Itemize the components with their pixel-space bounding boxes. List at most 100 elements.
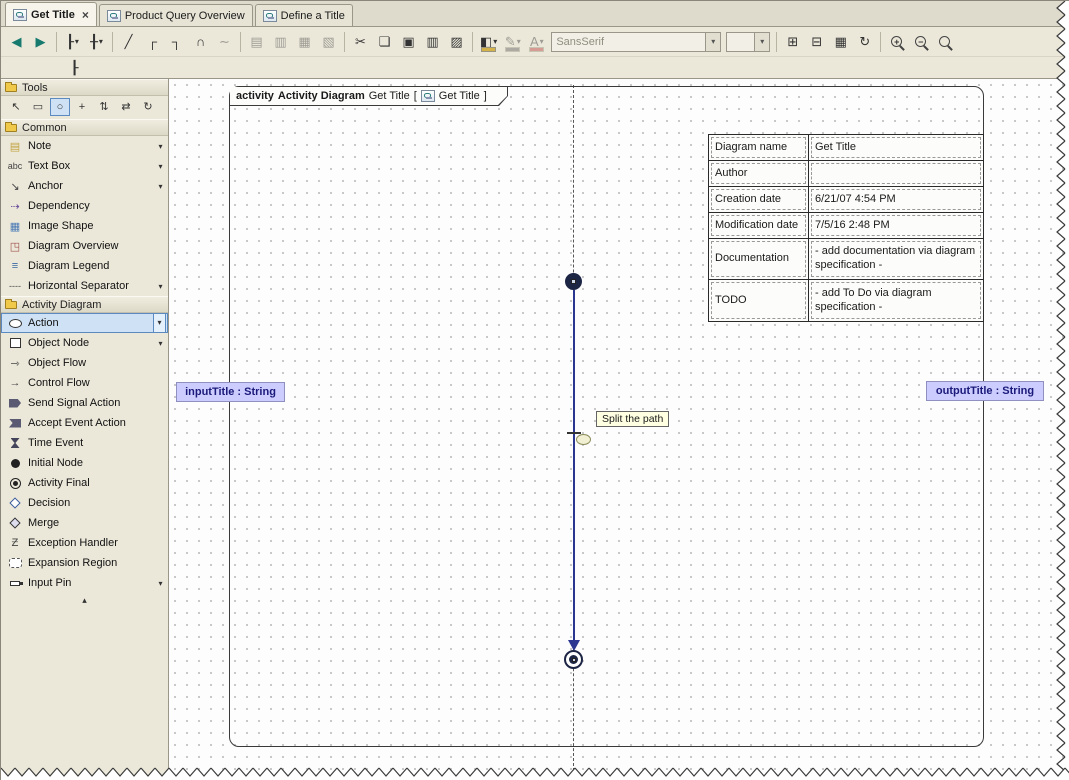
dropdown-caret-icon[interactable]: ▾ (153, 313, 166, 333)
marquee-tool[interactable]: ▭ (28, 98, 48, 116)
palette-item-horizontal-separator[interactable]: ---- Horizontal Separator ▾ (1, 276, 168, 296)
palette-item-icon: ⇢ (10, 200, 20, 213)
palette-item-label: Diagram Overview (28, 240, 119, 252)
info-table-row-creation-date: Creation date 6/21/07 4:54 PM (709, 187, 983, 213)
distribute-vertically-button[interactable]: ▥ (269, 30, 292, 54)
output-parameter-node[interactable]: outputTitle : String (926, 381, 1044, 401)
input-parameter-node[interactable]: inputTitle : String (176, 382, 285, 402)
palette-item-object-flow[interactable]: ⇾ Object Flow (1, 353, 168, 373)
palette-section-activity-diagram[interactable]: Activity Diagram (1, 296, 168, 313)
cut-button[interactable]: ✂ (349, 30, 372, 54)
palette-item-label: Object Node (28, 337, 90, 349)
refresh-button[interactable]: ↻ (853, 30, 876, 54)
route-paths-button[interactable]: ╂ ▾ (85, 30, 108, 54)
add-tool[interactable]: + (72, 98, 92, 116)
palette-item-input-pin[interactable]: Input Pin ▾ (1, 573, 168, 593)
zoom-in-button[interactable]: + (885, 30, 908, 54)
insert-row-button[interactable]: ⊟ (805, 30, 828, 54)
palette-item-control-flow[interactable]: → Control Flow (1, 373, 168, 393)
palette-item-accept-event-action[interactable]: Accept Event Action (1, 413, 168, 433)
tab-get-title[interactable]: Get Title × (5, 2, 97, 26)
dropdown-caret-icon[interactable]: ▾ (155, 339, 166, 348)
paste-button[interactable]: ▣ (397, 30, 420, 54)
palette-item-dependency[interactable]: ⇢ Dependency (1, 196, 168, 216)
palette-item-diagram-overview[interactable]: ◳ Diagram Overview (1, 236, 168, 256)
palette-item-send-signal-action[interactable]: Send Signal Action (1, 393, 168, 413)
diagram-properties-button[interactable]: ▦ (829, 30, 852, 54)
rectilinear-path-button[interactable]: ┌ (141, 30, 164, 54)
palette-item-image-shape[interactable]: ▦ Image Shape (1, 216, 168, 236)
dropdown-caret-icon[interactable]: ▾ (754, 32, 770, 51)
dropdown-caret-icon[interactable]: ▾ (155, 282, 166, 291)
palette-section-tools[interactable]: Tools (1, 79, 168, 96)
dropdown-caret-icon[interactable]: ▾ (540, 37, 544, 46)
select-in-containment-tree-button[interactable]: ┠ (63, 56, 86, 80)
dropdown-caret-icon[interactable]: ▾ (75, 37, 79, 46)
clone-button[interactable]: ▨ (445, 30, 468, 54)
palette-item-object-node[interactable]: Object Node ▾ (1, 333, 168, 353)
palette-item-icon: ↘ (10, 180, 20, 193)
initial-node[interactable] (565, 273, 582, 290)
select-tool[interactable]: ↖ (6, 98, 26, 116)
fit-in-window-button[interactable] (933, 30, 956, 54)
paste-with-style-button[interactable]: ▥ (421, 30, 444, 54)
control-flow[interactable] (573, 290, 575, 642)
zoom-out-button[interactable]: − (909, 30, 932, 54)
palette-item-expansion-region[interactable]: Expansion Region (1, 553, 168, 573)
sticky-tool[interactable]: ○ (50, 98, 70, 116)
copy-button[interactable]: ❏ (373, 30, 396, 54)
palette-item-time-event[interactable]: Time Event (1, 433, 168, 453)
fill-color-button[interactable]: ◧ ▾ (477, 30, 500, 54)
palette-item-text-box[interactable]: abc Text Box ▾ (1, 156, 168, 176)
tab-define-a-title[interactable]: Define a Title (254, 4, 353, 26)
diagram-canvas[interactable]: activity Activity Diagram Get Title [ Ge… (169, 79, 1069, 780)
dropdown-caret-icon[interactable]: ▾ (155, 579, 166, 588)
palette-item-label: Accept Event Action (28, 417, 126, 429)
palette-item-label: Diagram Legend (28, 260, 110, 272)
dropdown-caret-icon[interactable]: ▾ (155, 142, 166, 151)
forward-button[interactable]: ▶ (29, 30, 52, 54)
make-same-height-button[interactable]: ▧ (317, 30, 340, 54)
rounded-path-button[interactable]: ┐ (165, 30, 188, 54)
font-name-combo[interactable]: SansSerif ▾ (551, 31, 722, 52)
layout-hierarchy-button[interactable]: ┠ ▾ (61, 30, 84, 54)
order-tool[interactable]: ⇄ (116, 98, 136, 116)
bezier-path-button[interactable]: ∩ (189, 30, 212, 54)
dropdown-caret-icon[interactable]: ▾ (517, 37, 521, 46)
folder-icon (5, 298, 17, 309)
close-icon[interactable]: × (82, 9, 89, 21)
distribute-horizontally-button[interactable]: ▤ (245, 30, 268, 54)
palette-scroll-up[interactable]: ▴ (1, 593, 168, 608)
palette-item-merge[interactable]: Merge (1, 513, 168, 533)
palette-section-common[interactable]: Common (1, 119, 168, 136)
palette-item-activity-final[interactable]: Activity Final (1, 473, 168, 493)
dropdown-caret-icon[interactable]: ▾ (493, 37, 497, 46)
back-button[interactable]: ◀ (5, 30, 28, 54)
make-same-width-button[interactable]: ▦ (293, 30, 316, 54)
font-color-button[interactable]: A ▾ (525, 30, 548, 54)
insert-table-button[interactable]: ⊞ (781, 30, 804, 54)
palette-item-decision[interactable]: Decision (1, 493, 168, 513)
font-size-combo[interactable]: ▾ (726, 31, 771, 52)
distribute-tool[interactable]: ⇅ (94, 98, 114, 116)
transform-tool[interactable]: ↻ (138, 98, 158, 116)
palette-item-initial-node[interactable]: Initial Node (1, 453, 168, 473)
dropdown-caret-icon[interactable]: ▾ (155, 162, 166, 171)
button-icon: ▧ (322, 34, 335, 49)
diagram-info-table[interactable]: Diagram name Get Title Author Creation d… (708, 134, 984, 322)
toolbar-separator (56, 31, 57, 52)
dropdown-caret-icon[interactable]: ▾ (99, 37, 103, 46)
palette-item-exception-handler[interactable]: Ƶ Exception Handler (1, 533, 168, 553)
palette-item-action[interactable]: Action ▾ (1, 313, 168, 333)
dropdown-caret-icon[interactable]: ▾ (705, 32, 721, 51)
palette-item-diagram-legend[interactable]: ≡ Diagram Legend (1, 256, 168, 276)
dropdown-caret-icon[interactable]: ▾ (155, 182, 166, 191)
line-color-button[interactable]: ✎ ▾ (501, 30, 524, 54)
palette-item-anchor[interactable]: ↘ Anchor ▾ (1, 176, 168, 196)
palette-item-note[interactable]: ▤ Note ▾ (1, 136, 168, 156)
activity-final-node[interactable] (564, 650, 583, 669)
spline-path-button[interactable]: ∼ (213, 30, 236, 54)
tab-product-query-overview[interactable]: Product Query Overview (98, 4, 253, 26)
activity-frame-header[interactable]: activity Activity Diagram Get Title [ Ge… (230, 87, 508, 106)
oblique-path-button[interactable]: ╱ (117, 30, 140, 54)
